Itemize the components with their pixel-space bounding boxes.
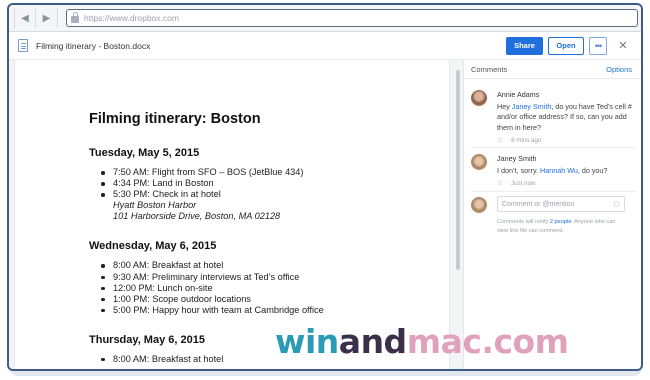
divider xyxy=(471,147,636,148)
mention-link[interactable]: Janey Smith xyxy=(512,102,552,111)
forward-icon[interactable]: ▶ xyxy=(36,8,58,28)
browser-toolbar: ◀ ▶ https://www.dropbox.com xyxy=(9,5,641,32)
itinerary-list: 7:50 AM: Flight from SFO – BOS (JetBlue … xyxy=(89,167,439,222)
document-title: Filming itinerary: Boston xyxy=(89,111,261,127)
comment-composer: Comment or @mention ⚇ Comments will noti… xyxy=(471,196,636,235)
list-item: 5:00 PM: Happy hour with team at Cambrid… xyxy=(101,305,439,316)
comment-item: Janey Smith I don’t, sorry. Hannah Wu, d… xyxy=(471,154,636,187)
lock-icon xyxy=(71,12,79,23)
comment-meta: ☆ · 8 mins ago xyxy=(497,136,542,145)
section-heading: Tuesday, May 5, 2015 xyxy=(89,147,200,159)
comment-time: 8 mins ago xyxy=(511,136,542,144)
options-link[interactable]: Options xyxy=(606,65,632,74)
scrollbar[interactable] xyxy=(456,70,460,270)
hotel-address: 101 Harborside Drive, Boston, MA 02128 xyxy=(113,211,281,222)
comment-author: Janey Smith xyxy=(497,154,537,163)
comment-author: Annie Adams xyxy=(497,90,540,99)
comment-meta: ☆ · Just now xyxy=(497,179,536,188)
star-icon[interactable]: ☆ xyxy=(497,179,503,187)
list-item: 4:34 PM: Land in Boston xyxy=(101,178,439,189)
list-item: 9:30 AM: Preliminary interviews at Ted’s… xyxy=(101,272,439,283)
list-item: 1:00 PM: Scope outdoor locations xyxy=(101,294,439,305)
file-header: Filming itinerary - Boston.docx Share Op… xyxy=(9,32,641,60)
document-icon xyxy=(18,39,28,52)
comments-title: Comments xyxy=(471,64,508,74)
avatar xyxy=(471,154,487,170)
comment-item: Annie Adams Hey Janey Smith, do you have… xyxy=(471,90,636,144)
list-item: 8:00 AM: Breakfast at hotel xyxy=(101,260,439,271)
comment-time: Just now xyxy=(511,179,536,187)
open-button[interactable]: Open xyxy=(548,36,584,55)
add-person-icon[interactable]: ⚇ xyxy=(613,200,620,209)
app-window: ◀ ▶ https://www.dropbox.com Filming itin… xyxy=(7,3,643,371)
url-text: https://www.dropbox.com xyxy=(84,13,179,23)
comment-text: Hey Janey Smith, do you have Ted’s cell … xyxy=(497,102,632,132)
hotel-name: Hyatt Boston Harbor xyxy=(113,200,197,211)
more-options-button[interactable]: ••• xyxy=(589,36,607,55)
list-item: 7:50 AM: Flight from SFO – BOS (JetBlue … xyxy=(101,167,439,178)
close-icon[interactable]: ✕ xyxy=(617,40,629,52)
avatar xyxy=(471,197,487,213)
star-icon[interactable]: ☆ xyxy=(497,136,503,144)
file-title: Filming itinerary - Boston.docx xyxy=(36,40,151,51)
watermark-logo: winandmac.com xyxy=(275,322,569,361)
notify-note: Comments will notify 2 people. Anyone wh… xyxy=(497,219,616,234)
notify-people-link[interactable]: 2 people xyxy=(550,219,571,225)
list-item: 5:30 PM: Check in at hotel xyxy=(101,189,439,200)
section-heading: Wednesday, May 6, 2015 xyxy=(89,240,217,253)
divider xyxy=(471,191,636,192)
mention-link[interactable]: Hannah Wu xyxy=(540,166,578,175)
comment-text: I don’t, sorry. Hannah Wu, do you? xyxy=(497,166,608,175)
comments-header: Comments Options xyxy=(464,60,641,79)
itinerary-list: 8:00 AM: Breakfast at hotel 9:30 AM: Pre… xyxy=(89,260,439,315)
comment-input[interactable]: Comment or @mention ⚇ xyxy=(497,196,625,212)
back-icon[interactable]: ◀ xyxy=(14,8,36,28)
avatar xyxy=(471,90,487,106)
address-bar[interactable]: https://www.dropbox.com xyxy=(66,9,638,27)
list-item: 12:00 PM: Lunch on-site xyxy=(101,283,439,294)
share-button[interactable]: Share xyxy=(506,36,543,55)
